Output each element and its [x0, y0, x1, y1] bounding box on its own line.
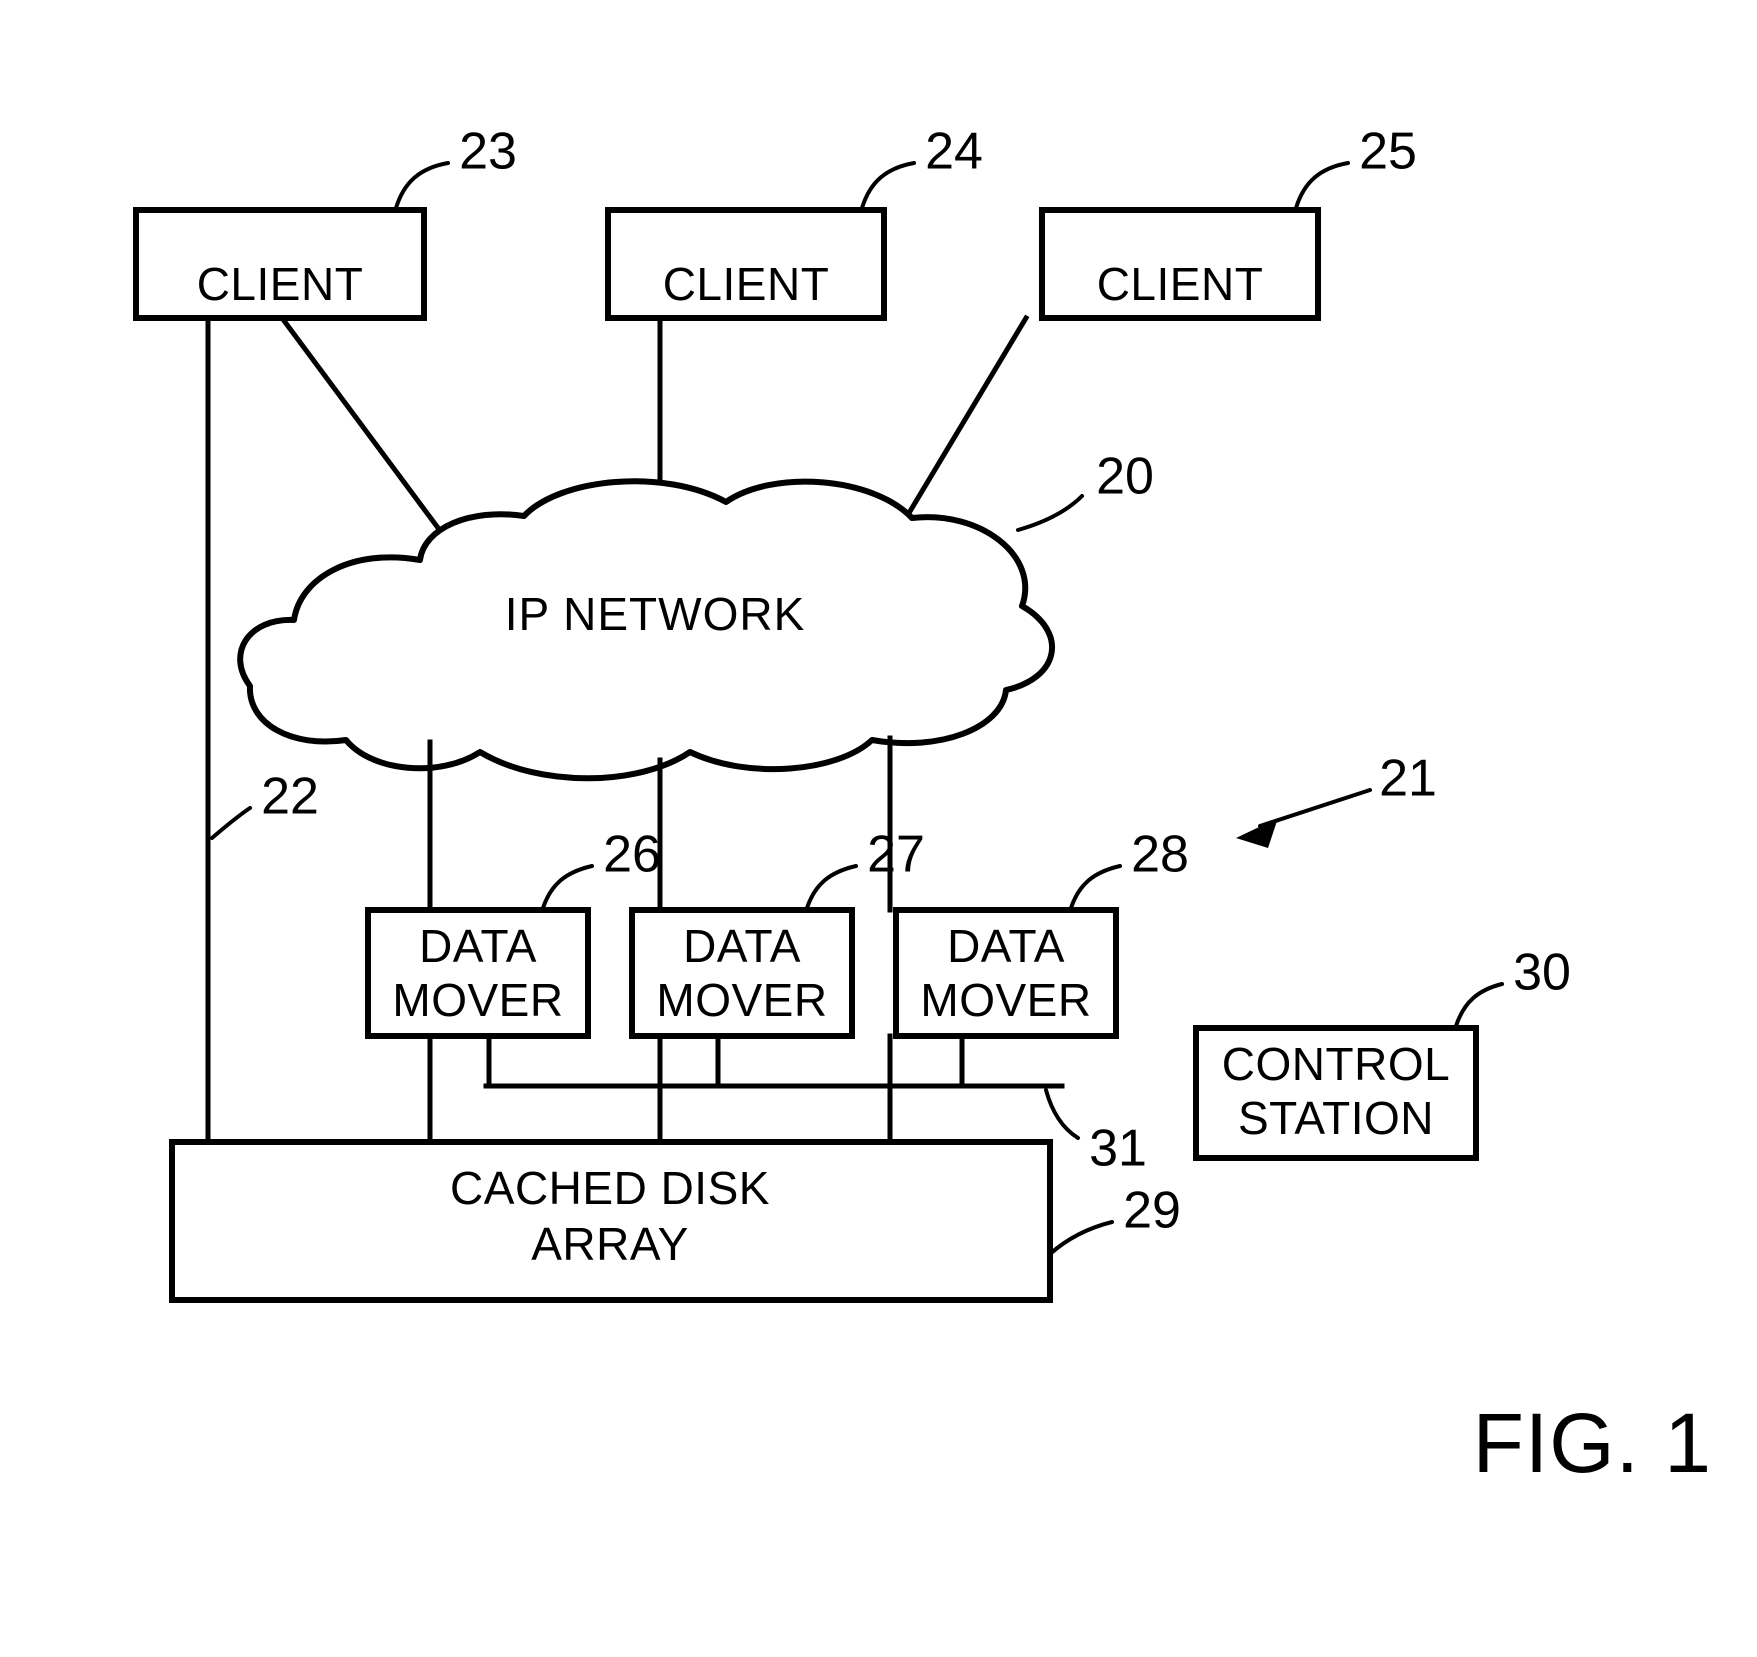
- leader-line-25: [1294, 161, 1350, 210]
- ref-numeral-28: 28: [1131, 826, 1189, 884]
- client-3-label: CLIENT: [1097, 258, 1264, 310]
- link-client3-to-network: [896, 314, 1030, 532]
- leader-line-31: [1044, 1088, 1080, 1140]
- control-station-label-line2: STATION: [1238, 1092, 1434, 1144]
- figure-canvas: IP NETWORK CLIENT CLIENT CLIENT DATA MOV…: [133, 123, 1712, 1490]
- cached-disk-array-label-line2: ARRAY: [531, 1218, 689, 1270]
- ref-numeral-27: 27: [867, 826, 925, 884]
- data-mover-1-label-line1: DATA: [419, 920, 537, 972]
- leader-line-20: [1016, 494, 1084, 532]
- ref-numeral-31: 31: [1089, 1120, 1147, 1178]
- ref-numeral-26: 26: [603, 826, 661, 884]
- client-1-label: CLIENT: [197, 258, 364, 310]
- ref-numeral-29: 29: [1123, 1182, 1181, 1240]
- cached-disk-array-label-line1: CACHED DISK: [450, 1162, 770, 1214]
- ref-numeral-20: 20: [1096, 448, 1154, 506]
- ref-numeral-23: 23: [459, 123, 517, 181]
- data-mover-1-label-line2: MOVER: [392, 974, 563, 1026]
- control-station-label-line1: CONTROL: [1222, 1038, 1450, 1090]
- ref-numeral-24: 24: [925, 123, 983, 181]
- client-2-label: CLIENT: [663, 258, 830, 310]
- leader-line-22: [210, 806, 252, 840]
- ref-numeral-21: 21: [1379, 750, 1437, 808]
- ip-network-label: IP NETWORK: [505, 588, 806, 640]
- leader-line-26: [541, 864, 594, 910]
- data-mover-2-label-line1: DATA: [683, 920, 801, 972]
- data-mover-3-label-line2: MOVER: [920, 974, 1091, 1026]
- data-mover-3-label-line1: DATA: [947, 920, 1065, 972]
- leader-line-29: [1048, 1220, 1114, 1256]
- figure-label: FIG. 1: [1473, 1396, 1712, 1490]
- arrowhead-21: [1236, 818, 1278, 848]
- leader-line-24: [860, 161, 916, 210]
- leader-line-27: [805, 864, 858, 910]
- ref-numeral-30: 30: [1513, 944, 1571, 1002]
- leader-line-30: [1454, 982, 1504, 1028]
- ref-numeral-22: 22: [261, 768, 319, 826]
- leader-line-28: [1069, 864, 1122, 910]
- data-mover-2-label-line2: MOVER: [656, 974, 827, 1026]
- leader-line-23: [394, 161, 450, 210]
- link-client1-to-network: [278, 314, 451, 544]
- patent-figure: IP NETWORK CLIENT CLIENT CLIENT DATA MOV…: [0, 0, 1757, 1657]
- ref-numeral-25: 25: [1359, 123, 1417, 181]
